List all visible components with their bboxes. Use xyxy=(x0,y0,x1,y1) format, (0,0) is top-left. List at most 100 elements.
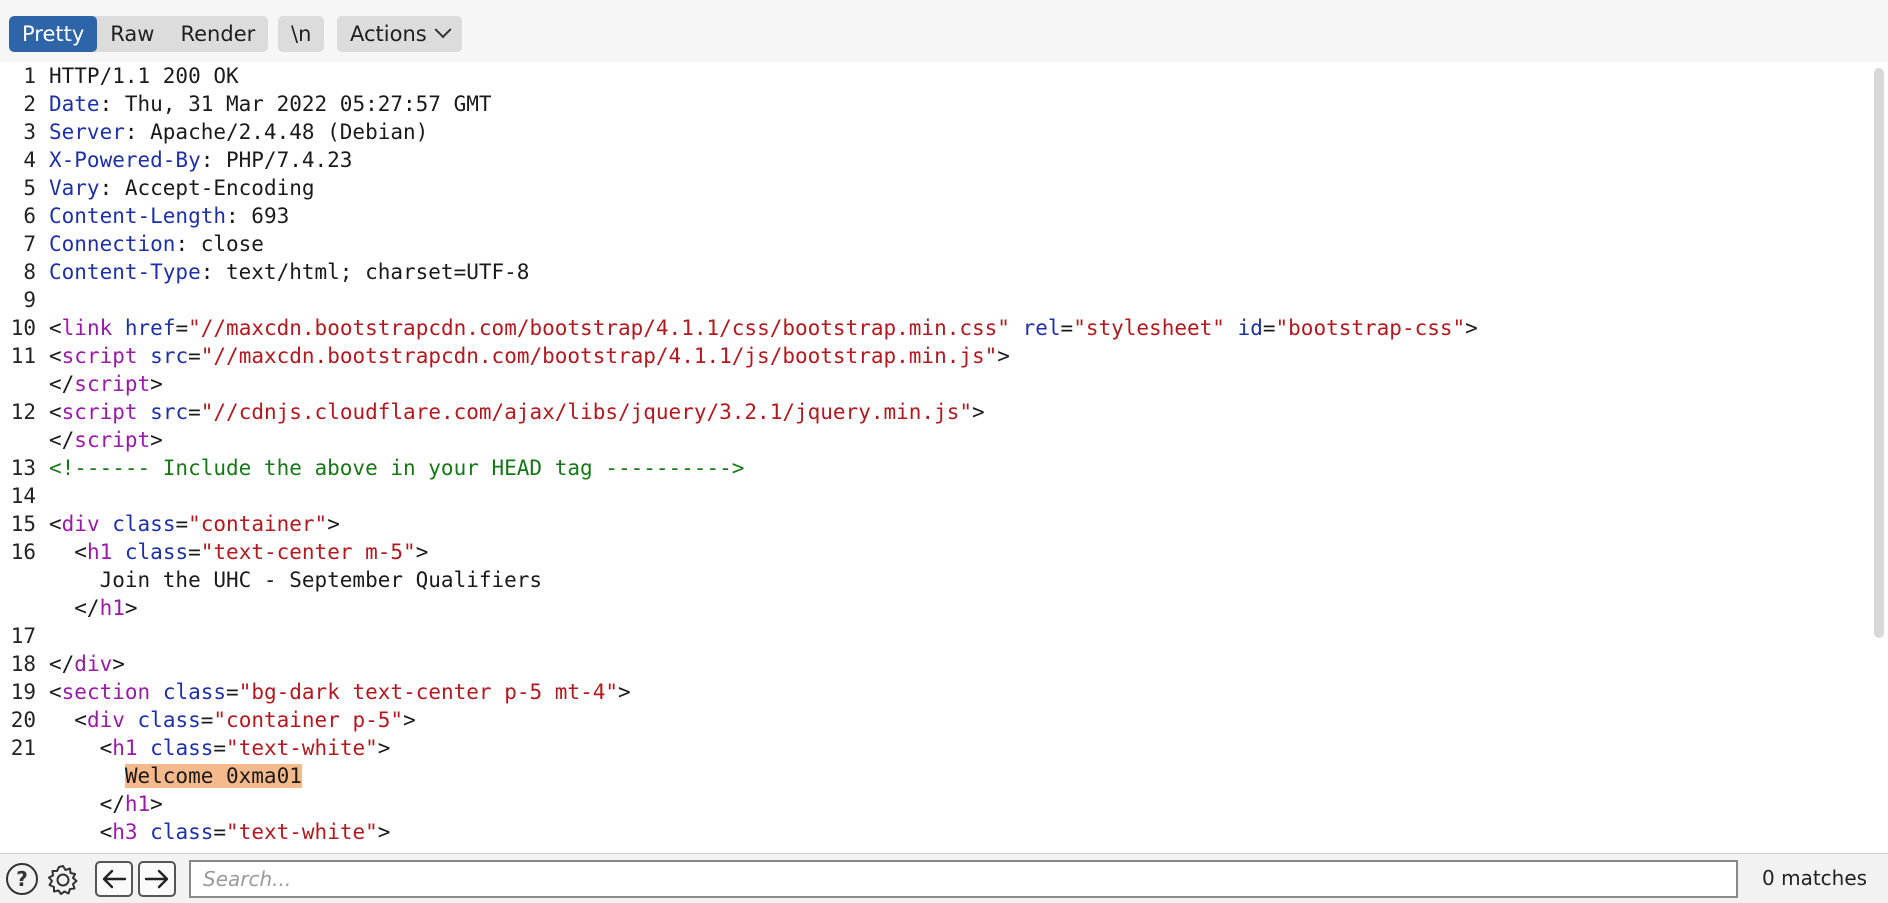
actions-label: Actions xyxy=(350,22,427,46)
line-number xyxy=(0,594,36,622)
newline-toggle-group: \n xyxy=(278,16,325,52)
code-line: 10 <link href="//maxcdn.bootstrapcdn.com/… xyxy=(0,314,1870,342)
line-content: <h1 class="text-white"> xyxy=(36,734,391,762)
code-line: 12 <script src="//cdnjs.cloudflare.com/aj… xyxy=(0,398,1870,426)
code-line: </h1> xyxy=(0,790,1870,818)
actions-button[interactable]: Actions xyxy=(337,16,462,52)
line-content: Date: Thu, 31 Mar 2022 05:27:57 GMT xyxy=(36,90,492,118)
code-line: 17 xyxy=(0,622,1870,650)
code-line: 16 <h1 class="text-center m-5"> xyxy=(0,538,1870,566)
line-number: 11 xyxy=(10,344,36,368)
tab-render[interactable]: Render xyxy=(167,16,268,52)
code-token: </ xyxy=(49,372,75,396)
help-icon[interactable]: ? xyxy=(6,863,38,895)
code-token: : text/html; charset=UTF-8 xyxy=(200,260,530,284)
code-token: < xyxy=(49,736,113,760)
code-token: </ xyxy=(49,596,100,620)
code-token: </ xyxy=(49,428,75,452)
tab-pretty[interactable]: Pretty xyxy=(9,16,98,52)
code-token: id xyxy=(1237,316,1263,340)
code-token: "//maxcdn.bootstrapcdn.com/bootstrap/4.1… xyxy=(200,344,998,368)
line-number: 4 xyxy=(23,148,36,172)
code-token: = xyxy=(175,316,189,340)
code-token: "text-white" xyxy=(226,820,378,844)
previous-match-button[interactable] xyxy=(95,861,133,897)
code-token: Content-Type xyxy=(49,260,201,284)
line-content: </div> xyxy=(36,650,125,678)
line-number: 14 xyxy=(10,484,36,508)
code-line: 21 <h1 class="text-white"> xyxy=(0,734,1870,762)
line-number: 17 xyxy=(10,624,36,648)
code-token: script xyxy=(61,344,138,368)
code-token: < xyxy=(49,820,113,844)
code-line: 13 <!------ Include the above in your HEA… xyxy=(0,454,1870,482)
line-content: Server: Apache/2.4.48 (Debian) xyxy=(36,118,428,146)
line-content: <link href="//maxcdn.bootstrapcdn.com/bo… xyxy=(36,314,1478,342)
response-editor[interactable]: 1 HTTP/1.1 200 OK 2 Date: Thu, 31 Mar 2022 … xyxy=(0,62,1870,853)
code-token: : Accept-Encoding xyxy=(99,176,315,200)
line-content: <div class="container p-5"> xyxy=(36,706,415,734)
line-content xyxy=(36,286,49,314)
line-number: 9 xyxy=(23,288,36,312)
code-line: 5 Vary: Accept-Encoding xyxy=(0,174,1870,202)
show-newlines-button[interactable]: \n xyxy=(278,16,324,52)
line-number: 15 xyxy=(10,512,36,536)
line-content: <script src="//cdnjs.cloudflare.com/ajax… xyxy=(36,398,985,426)
code-token: > xyxy=(150,372,163,396)
tab-raw[interactable]: Raw xyxy=(97,16,167,52)
code-token: < xyxy=(49,316,62,340)
line-number: 2 xyxy=(23,92,36,116)
line-content: Join the UHC - September Qualifiers xyxy=(36,566,543,594)
code-token: < xyxy=(49,512,62,536)
code-line: 18 </div> xyxy=(0,650,1870,678)
code-token: h1 xyxy=(124,792,151,816)
code-token: h1 xyxy=(86,540,113,564)
next-match-button[interactable] xyxy=(138,861,176,897)
chevron-down-icon xyxy=(434,21,452,39)
line-number: 3 xyxy=(23,120,36,144)
line-content: </h1> xyxy=(36,790,163,818)
code-token: = xyxy=(188,540,201,564)
code-token: > xyxy=(124,596,138,620)
code-token: class xyxy=(124,540,189,564)
line-content: <div class="container"> xyxy=(36,510,340,538)
code-token: href xyxy=(124,316,176,340)
code-token: : Apache/2.4.48 (Debian) xyxy=(124,120,429,144)
code-token: script xyxy=(74,428,151,452)
code-token: "text-center m-5" xyxy=(200,540,416,564)
gear-icon[interactable] xyxy=(46,863,80,897)
arrow-left-icon xyxy=(102,869,127,889)
code-token: "container p-5" xyxy=(213,708,404,732)
search-input[interactable] xyxy=(189,860,1738,898)
code-token: < xyxy=(49,708,87,732)
vertical-scrollbar[interactable] xyxy=(1874,68,1884,638)
code-token: : PHP/7.4.23 xyxy=(200,148,353,172)
arrow-right-icon xyxy=(144,869,169,889)
code-token: section xyxy=(61,680,151,704)
code-token: h1 xyxy=(112,736,138,760)
line-number xyxy=(0,762,36,790)
code-token: < xyxy=(49,680,62,704)
code-token: < xyxy=(49,400,62,424)
line-number: 16 xyxy=(10,540,36,564)
code-token: > xyxy=(150,428,163,452)
code-token: src xyxy=(150,400,189,424)
code-token: = xyxy=(200,708,214,732)
code-line: </script> xyxy=(0,370,1870,398)
code-line: 6 Content-Length: 693 xyxy=(0,202,1870,230)
code-token: : 693 xyxy=(226,204,290,228)
code-token: > xyxy=(415,540,429,564)
code-token: = xyxy=(188,344,201,368)
code-line: 15 <div class="container"> xyxy=(0,510,1870,538)
line-content: Content-Type: text/html; charset=UTF-8 xyxy=(36,258,529,286)
code-token: h3 xyxy=(112,820,138,844)
code-token: "//cdnjs.cloudflare.com/ajax/libs/jquery… xyxy=(200,400,972,424)
code-token: : Thu, 31 Mar 2022 05:27:57 GMT xyxy=(99,92,492,116)
code-token: "container" xyxy=(188,512,328,536)
line-content: </script> xyxy=(36,426,163,454)
